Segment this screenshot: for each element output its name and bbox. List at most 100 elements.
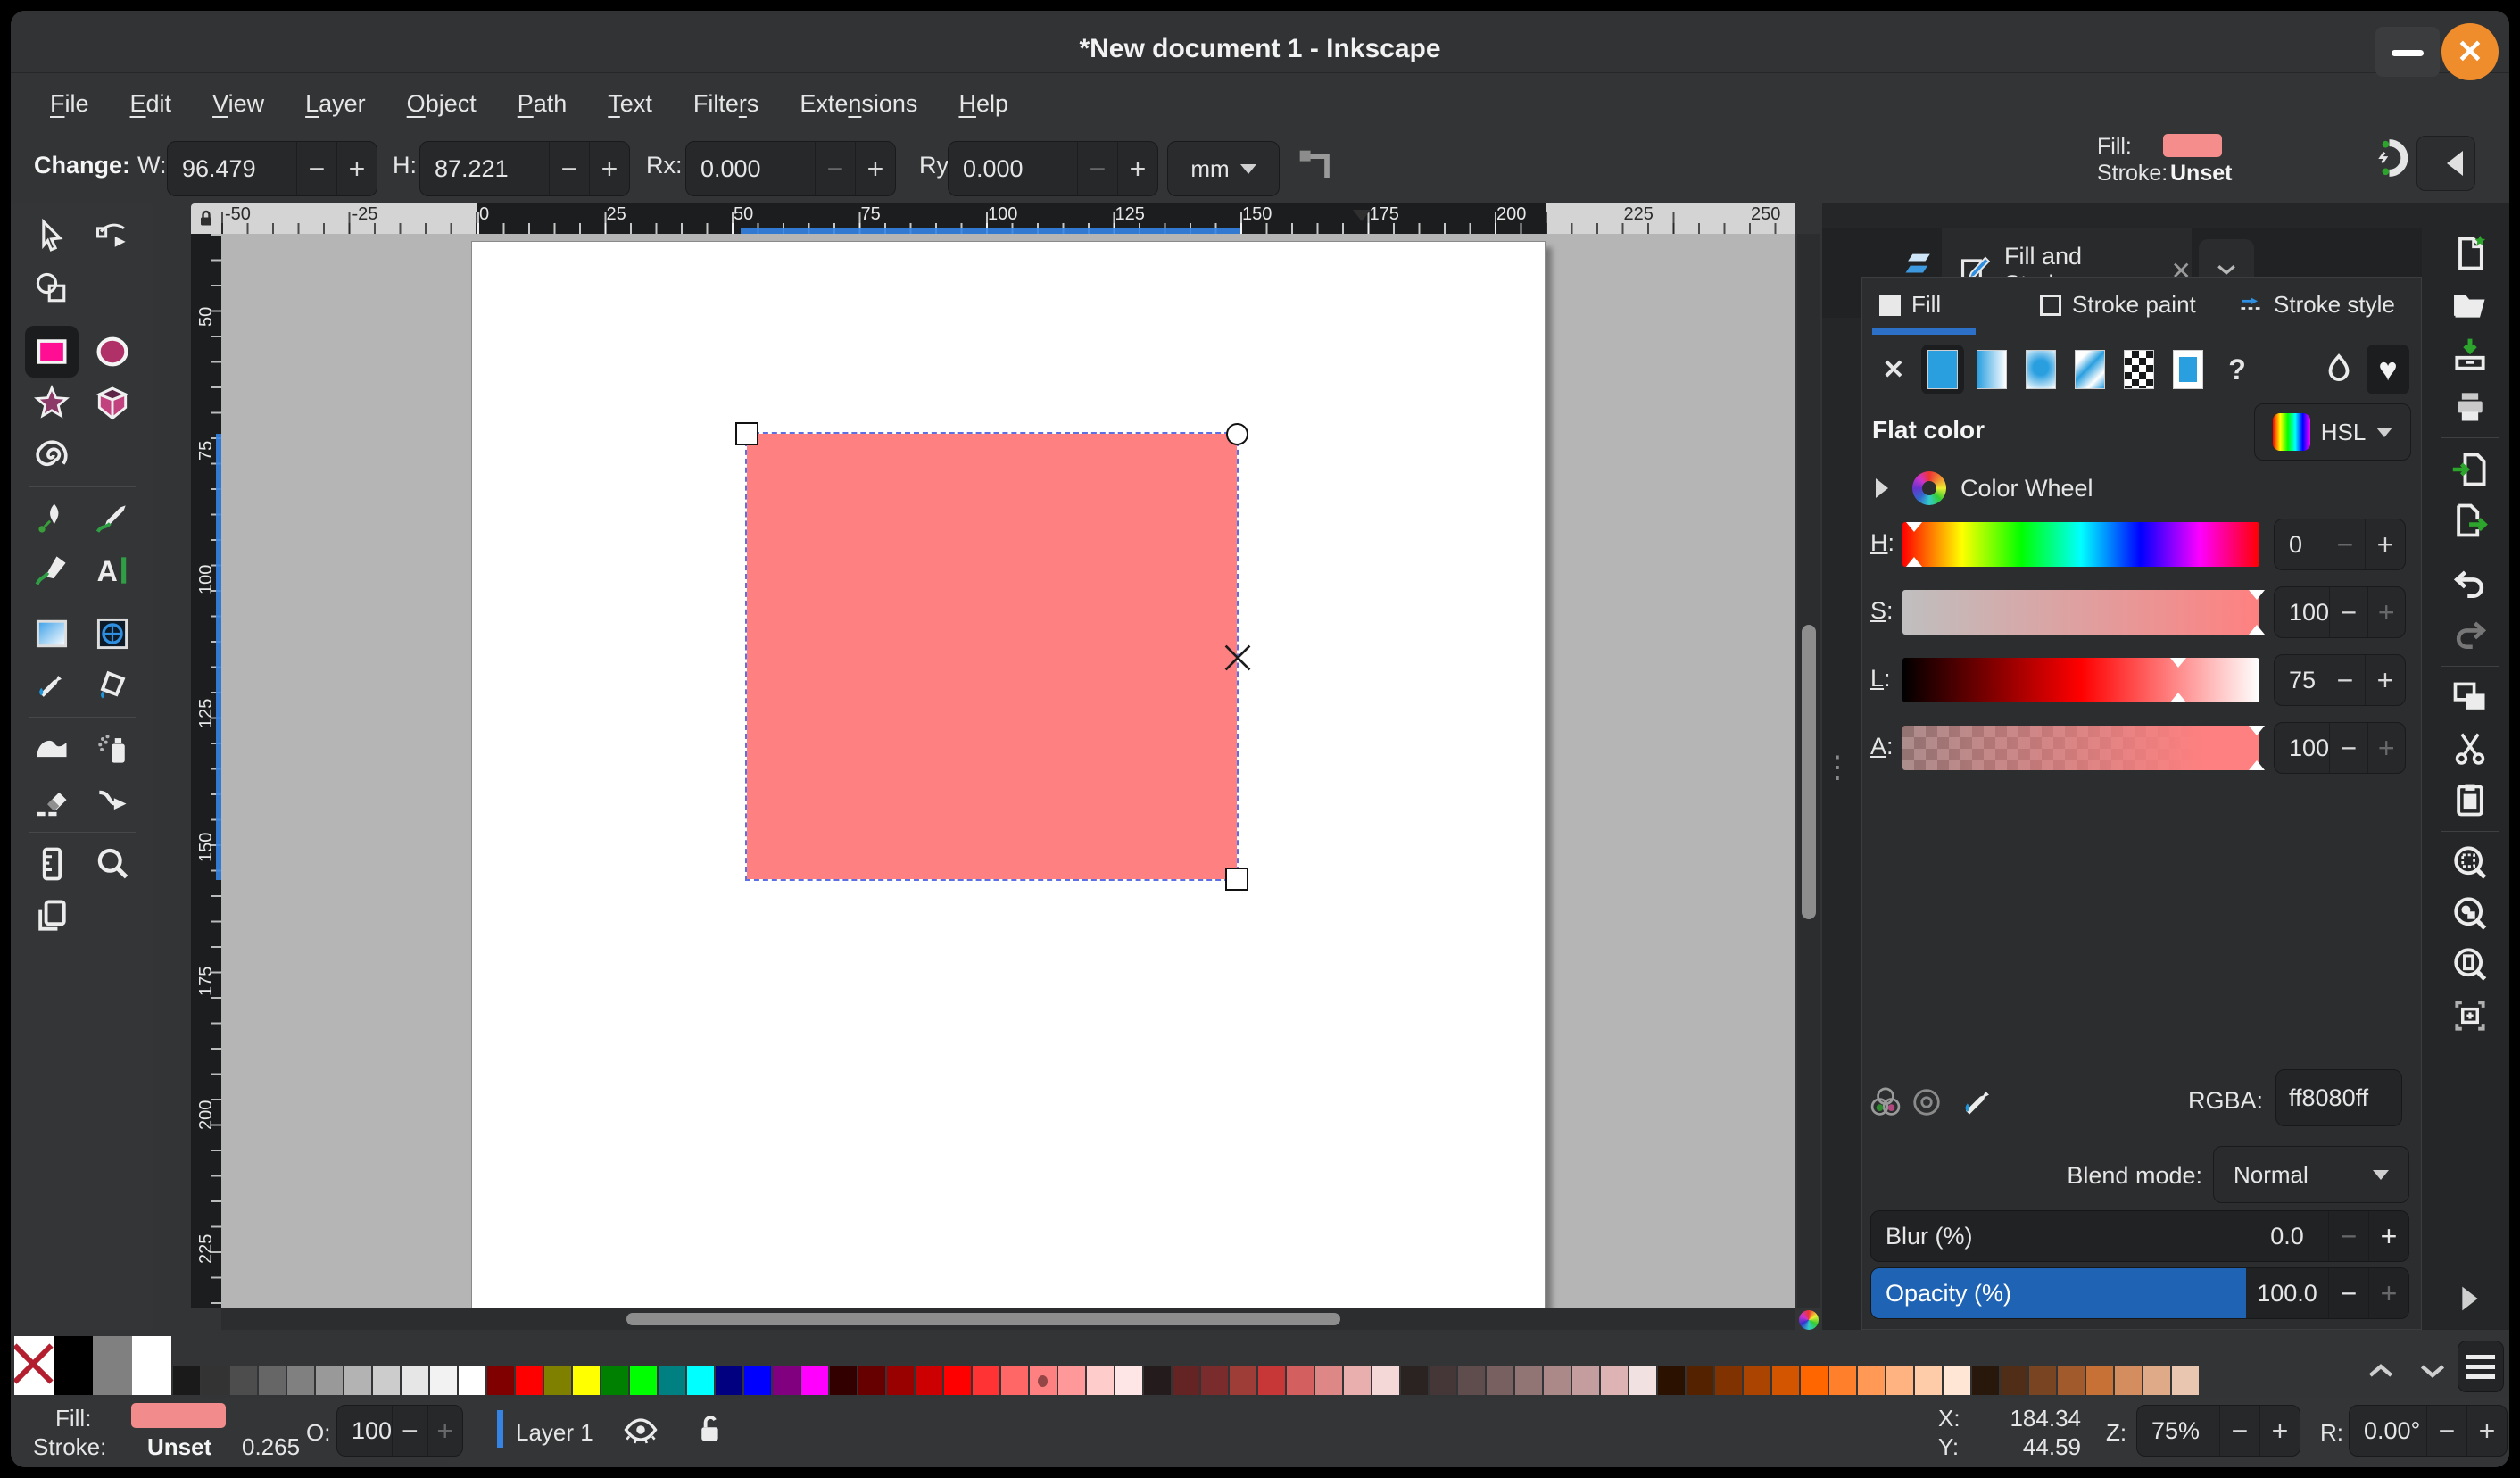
color-wheel-expander[interactable]: Color Wheel: [1876, 471, 2093, 505]
rotation-inc[interactable]: +: [2466, 1406, 2507, 1456]
palette-swatch[interactable]: [516, 1366, 543, 1395]
palette-swatch[interactable]: [1201, 1366, 1228, 1395]
menu-edit[interactable]: Edit: [130, 90, 172, 118]
palette-swatch[interactable]: [2058, 1366, 2085, 1395]
a-slider-bar[interactable]: [1902, 726, 2265, 770]
palette-swatch[interactable]: [1715, 1366, 1742, 1395]
menu-filters[interactable]: Filters: [693, 90, 759, 118]
rx-spinbox[interactable]: 0.000 − +: [685, 141, 896, 196]
height-decrement[interactable]: −: [549, 142, 589, 195]
collapse-dock-button[interactable]: [2416, 136, 2475, 191]
palette-swatch[interactable]: [2143, 1366, 2170, 1395]
close-button[interactable]: ✕: [2441, 23, 2499, 80]
palette-swatch[interactable]: [858, 1366, 885, 1395]
title-bar[interactable]: *New document 1 - Inkscape: [11, 11, 2509, 73]
node-tool[interactable]: [86, 211, 139, 262]
palette-white[interactable]: [132, 1336, 171, 1395]
unknown-paint-button[interactable]: ?: [2216, 345, 2259, 394]
palette-swatch[interactable]: [1258, 1366, 1285, 1395]
palette-swatch[interactable]: [1629, 1366, 1656, 1395]
blur-slider[interactable]: Blur (%) 0.0 − +: [1870, 1210, 2409, 1262]
palette-swatch[interactable]: [1315, 1366, 1342, 1395]
opacity-dec[interactable]: −: [392, 1406, 427, 1456]
rx-increment[interactable]: +: [855, 142, 895, 195]
save-document-button[interactable]: [2441, 332, 2499, 378]
palette-swatch[interactable]: [316, 1366, 343, 1395]
menu-layer[interactable]: Layer: [305, 90, 366, 118]
palette-swatch[interactable]: [1801, 1366, 1828, 1395]
resize-handle-bottom-right[interactable]: [1225, 868, 1248, 891]
h-value[interactable]: 0: [2275, 519, 2325, 569]
resize-handle-top-left[interactable]: [735, 422, 758, 445]
pencil-tool[interactable]: [86, 493, 139, 544]
connector-tool[interactable]: [86, 775, 139, 826]
palette-swatch[interactable]: [1372, 1366, 1399, 1395]
dock-resize-handle[interactable]: ⋮: [1822, 732, 1853, 803]
a-value[interactable]: 100: [2275, 723, 2329, 773]
palette-scroll-up[interactable]: [2363, 1353, 2399, 1389]
slider-marker[interactable]: [2170, 658, 2186, 676]
text-tool[interactable]: A: [86, 544, 139, 596]
print-button[interactable]: [2441, 383, 2499, 429]
rotation-value[interactable]: 0.00°: [2350, 1406, 2426, 1456]
palette-swatch[interactable]: [1858, 1366, 1885, 1395]
palette-swatch[interactable]: [2001, 1366, 2027, 1395]
zoom-drawing-button[interactable]: [2441, 891, 2499, 937]
palette-swatch[interactable]: [1001, 1366, 1028, 1395]
h-increment[interactable]: +: [2365, 519, 2405, 569]
palette-swatch[interactable]: [887, 1366, 914, 1395]
rotation-spinbox[interactable]: 0.00° − +: [2349, 1405, 2508, 1457]
fill-rule-even-odd-button[interactable]: [2317, 345, 2360, 394]
selected-rectangle[interactable]: [745, 432, 1239, 881]
opacity-slider[interactable]: Opacity (%) 100.0 − +: [1870, 1267, 2409, 1319]
h-slider-bar[interactable]: [1902, 522, 2259, 567]
palette-swatch[interactable]: [259, 1366, 286, 1395]
opacity-value[interactable]: 100.0: [2246, 1268, 2328, 1318]
palette-no-color[interactable]: [14, 1336, 54, 1395]
palette-swatch[interactable]: [1287, 1366, 1314, 1395]
copy-button[interactable]: [2441, 675, 2499, 721]
object-opacity-spinbox[interactable]: 100 − +: [336, 1405, 463, 1457]
palette-swatch[interactable]: [344, 1366, 371, 1395]
palette-swatch[interactable]: [1058, 1366, 1085, 1395]
palette-scroll-down[interactable]: [2415, 1353, 2450, 1389]
palette-swatch[interactable]: [1572, 1366, 1599, 1395]
zoom-tool[interactable]: [86, 838, 139, 890]
box3d-tool[interactable]: [86, 378, 139, 429]
spiral-tool[interactable]: [25, 429, 79, 481]
blend-mode-dropdown[interactable]: Normal: [2213, 1146, 2409, 1203]
horizontal-scrollbar[interactable]: [221, 1308, 1795, 1330]
palette-swatch[interactable]: [1087, 1366, 1114, 1395]
zoom-center-page-button[interactable]: [2441, 992, 2499, 1039]
s-slider-bar[interactable]: [1902, 590, 2265, 635]
palette-swatch[interactable]: [1972, 1366, 1999, 1395]
opacity-inc[interactable]: +: [427, 1406, 462, 1456]
palette-swatch[interactable]: [1458, 1366, 1485, 1395]
palette-swatch[interactable]: [1944, 1366, 1970, 1395]
palette-swatch[interactable]: [801, 1366, 828, 1395]
open-document-button[interactable]: [2441, 281, 2499, 328]
palette-swatch[interactable]: [601, 1366, 628, 1395]
palette-swatch[interactable]: [944, 1366, 971, 1395]
dropper-tool[interactable]: [25, 660, 79, 711]
horizontal-ruler[interactable]: -50 -25 0 25 50 75 100 125 150 175 200 225 250: [221, 203, 1795, 234]
tab-stroke-paint[interactable]: Stroke paint: [2040, 291, 2196, 319]
h-spinbox[interactable]: 0− +: [2274, 519, 2406, 570]
palette-swatch[interactable]: [1829, 1366, 1856, 1395]
paint-bucket-tool[interactable]: [86, 660, 139, 711]
menu-file[interactable]: File: [50, 90, 89, 118]
palette-swatch[interactable]: [573, 1366, 600, 1395]
s-decrement[interactable]: −: [2329, 587, 2367, 637]
commands-overflow-button[interactable]: [2449, 1278, 2490, 1319]
rgba-input[interactable]: ff8080ff: [2275, 1069, 2402, 1126]
vertical-scrollbar[interactable]: [1797, 234, 1820, 1308]
new-document-button[interactable]: [2441, 230, 2499, 277]
export-button[interactable]: [2441, 497, 2499, 544]
opacity-decrement[interactable]: −: [2328, 1268, 2368, 1318]
palette-swatch[interactable]: [173, 1366, 200, 1395]
eraser-tool[interactable]: [25, 775, 79, 826]
ry-decrement[interactable]: −: [1077, 142, 1117, 195]
zoom-value[interactable]: 75%: [2137, 1406, 2219, 1456]
zoom-page-button[interactable]: [2441, 942, 2499, 988]
layer-visibility-toggle[interactable]: [621, 1410, 660, 1449]
